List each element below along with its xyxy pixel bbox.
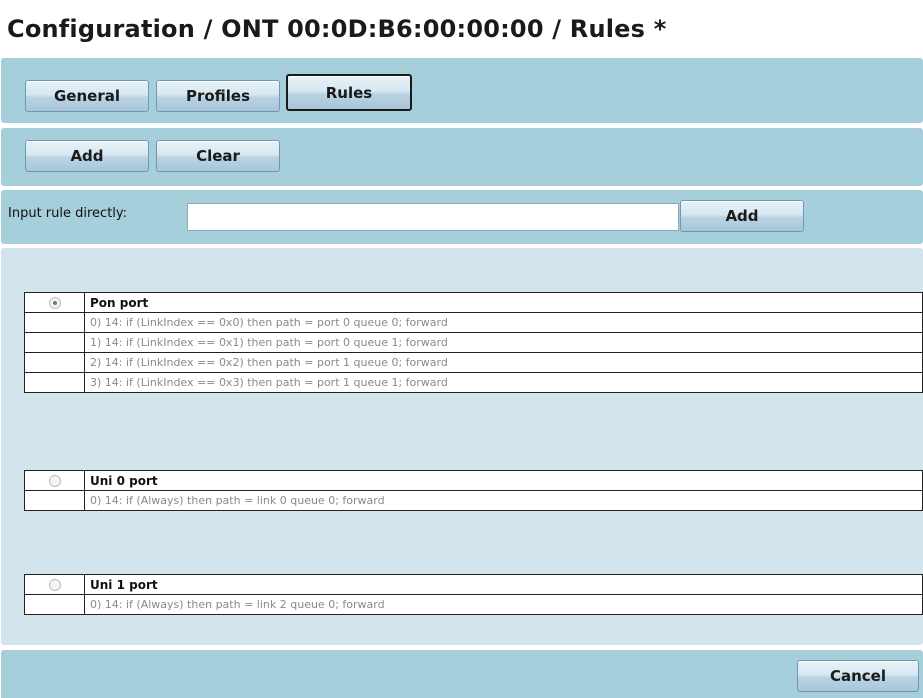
rule-row: 3) 14: if (LinkIndex == 0x3) then path =… <box>24 372 923 393</box>
radio-cell <box>24 292 85 313</box>
rule-row: 0) 14: if (Always) then path = link 2 qu… <box>24 594 923 615</box>
rule-text: 1) 14: if (LinkIndex == 0x1) then path =… <box>84 332 923 353</box>
port-name: Uni 0 port <box>84 470 923 491</box>
uni0-port-radio[interactable] <box>48 475 61 487</box>
rule-row: 0) 14: if (Always) then path = link 0 qu… <box>24 490 923 511</box>
rule-text: 0) 14: if (Always) then path = link 2 qu… <box>84 594 923 615</box>
radio-cell <box>24 574 85 595</box>
tab-profiles[interactable]: Profiles <box>156 80 280 112</box>
port-header-row: Uni 0 port <box>24 470 923 491</box>
pon-port-table: Pon port 0) 14: if (LinkIndex == 0x0) th… <box>24 292 923 393</box>
rule-text: 3) 14: if (LinkIndex == 0x3) then path =… <box>84 372 923 393</box>
rules-panel: Pon port 0) 14: if (LinkIndex == 0x0) th… <box>1 248 923 645</box>
rule-text: 0) 14: if (Always) then path = link 0 qu… <box>84 490 923 511</box>
footer-bar: Cancel <box>1 650 923 698</box>
port-name: Uni 1 port <box>84 574 923 595</box>
pon-port-radio[interactable] <box>48 297 61 309</box>
uni1-port-radio[interactable] <box>48 579 61 591</box>
port-header-row: Uni 1 port <box>24 574 923 595</box>
actions-bar: Add Clear <box>1 128 923 186</box>
rule-row: 0) 14: if (LinkIndex == 0x0) then path =… <box>24 312 923 333</box>
uni1-port-table: Uni 1 port 0) 14: if (Always) then path … <box>24 574 923 615</box>
tab-general[interactable]: General <box>25 80 149 112</box>
rule-text: 0) 14: if (LinkIndex == 0x0) then path =… <box>84 312 923 333</box>
cancel-button[interactable]: Cancel <box>797 660 919 692</box>
add-button[interactable]: Add <box>25 140 149 172</box>
radio-cell <box>24 470 85 491</box>
rule-row: 2) 14: if (LinkIndex == 0x2) then path =… <box>24 352 923 373</box>
add-rule-button[interactable]: Add <box>680 200 804 232</box>
page-title: Configuration / ONT 00:0D:B6:00:00:00 / … <box>7 15 667 43</box>
direct-input-bar: Input rule directly: Add <box>1 190 923 244</box>
clear-button[interactable]: Clear <box>156 140 280 172</box>
uni0-port-table: Uni 0 port 0) 14: if (Always) then path … <box>24 470 923 511</box>
tabs-bar: General Profiles Rules <box>1 58 923 123</box>
port-header-row: Pon port <box>24 292 923 313</box>
tab-rules[interactable]: Rules <box>286 74 412 111</box>
rule-input[interactable] <box>187 203 679 231</box>
rule-row: 1) 14: if (LinkIndex == 0x1) then path =… <box>24 332 923 353</box>
direct-input-label: Input rule directly: <box>8 206 128 221</box>
port-name: Pon port <box>84 292 923 313</box>
rule-text: 2) 14: if (LinkIndex == 0x2) then path =… <box>84 352 923 373</box>
